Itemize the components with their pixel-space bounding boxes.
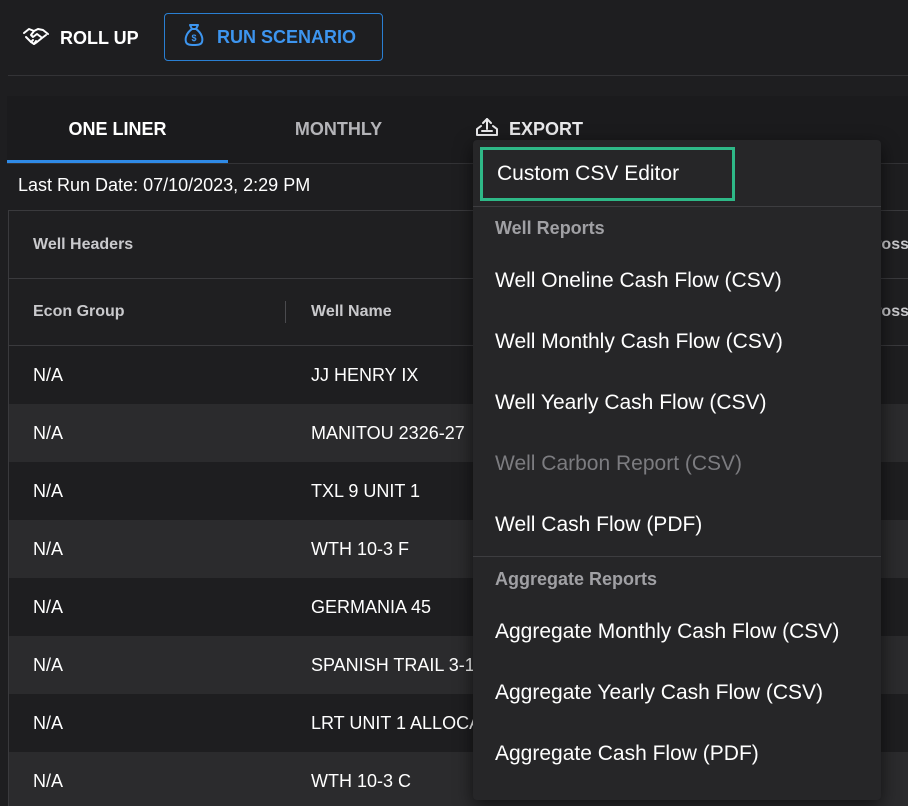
run-scenario-button[interactable]: $ RUN SCENARIO [164,13,383,61]
well-name-cell: LRT UNIT 1 ALLOCA [311,713,482,733]
econ-group-cell: N/A [33,771,64,791]
aggregate-monthly-cash-flow-csv-item[interactable]: Aggregate Monthly Cash Flow (CSV) [473,603,881,661]
well-name-cell: JJ HENRY IX [311,365,419,385]
econ-group-cell: N/A [33,655,64,675]
menu-item-label: Aggregate Cash Flow (PDF) [495,742,759,765]
money-bag-icon: $ [183,23,205,52]
econ-group-cell: N/A [33,713,64,733]
well-name-cell: MANITOU 2326-27 [311,423,465,443]
menu-divider [473,556,881,557]
export-label: EXPORT [509,118,584,139]
aggregate-reports-section-label: Aggregate Reports [495,569,658,589]
app-root: ROLL UP $ RUN SCENARIO ONE LINER MONTHLY [0,0,908,806]
menu-item-label: Well Yearly Cash Flow (CSV) [495,391,767,414]
svg-text:$: $ [191,33,196,43]
menu-item-label: Aggregate Yearly Cash Flow (CSV) [495,681,823,704]
run-scenario-label: RUN SCENARIO [217,26,357,47]
well-headers-group-label: Well Headers [33,236,134,253]
well-monthly-cash-flow-csv-item[interactable]: Well Monthly Cash Flow (CSV) [473,313,881,371]
well-name-cell: WTH 10-3 C [311,771,412,791]
econ-group-cell: N/A [33,423,64,443]
column-resize-handle[interactable] [285,301,286,323]
toolbar: ROLL UP $ RUN SCENARIO [8,0,908,76]
aggregate-yearly-cash-flow-csv-item[interactable]: Aggregate Yearly Cash Flow (CSV) [473,664,881,722]
econ-group-cell: N/A [33,365,64,385]
econ-group-cell: N/A [33,597,64,617]
last-run-date: Last Run Date: 07/10/2023, 2:29 PM [18,175,311,195]
menu-item-label: Well Oneline Cash Flow (CSV) [495,269,782,292]
menu-item-label: Aggregate Monthly Cash Flow (CSV) [495,620,840,643]
econ-group-cell: N/A [33,539,64,559]
tab-one-liner[interactable]: ONE LINER [7,96,228,163]
aggregate-cash-flow-pdf-item[interactable]: Aggregate Cash Flow (PDF) [473,725,881,783]
menu-item-label: Well Monthly Cash Flow (CSV) [495,330,783,353]
export-menu: Custom CSV Editor Well Reports Well Onel… [473,140,881,800]
econ-group-column-header[interactable]: Econ Group [33,303,125,321]
well-reports-section-label: Well Reports [495,218,605,238]
well-name-column-header[interactable]: Well Name [311,303,392,321]
tab-one-liner-label: ONE LINER [68,118,167,139]
menu-divider [473,206,881,207]
tab-monthly[interactable]: MONTHLY [228,96,449,162]
econ-group-cell: N/A [33,481,64,501]
well-carbon-report-csv-item: Well Carbon Report (CSV) [473,435,881,493]
well-oneline-cash-flow-csv-item[interactable]: Well Oneline Cash Flow (CSV) [473,252,881,310]
well-yearly-cash-flow-csv-item[interactable]: Well Yearly Cash Flow (CSV) [473,374,881,432]
menu-item-label: Well Carbon Report (CSV) [495,452,743,475]
custom-csv-editor-label: Custom CSV Editor [497,162,680,185]
well-name-cell: TXL 9 UNIT 1 [311,481,421,501]
tab-monthly-label: MONTHLY [294,118,383,139]
rollup-label: ROLL UP [60,27,139,48]
custom-csv-editor-item[interactable]: Custom CSV Editor [480,147,735,201]
handshake-icon [22,25,50,52]
export-icon [475,117,499,142]
well-cash-flow-pdf-item[interactable]: Well Cash Flow (PDF) [473,496,881,554]
well-name-cell: SPANISH TRAIL 3-1 [311,655,475,675]
well-name-cell: WTH 10-3 F [311,539,410,559]
rollup-button[interactable]: ROLL UP [22,22,139,54]
well-name-cell: GERMANIA 45 [311,597,432,617]
menu-item-label: Well Cash Flow (PDF) [495,513,703,536]
